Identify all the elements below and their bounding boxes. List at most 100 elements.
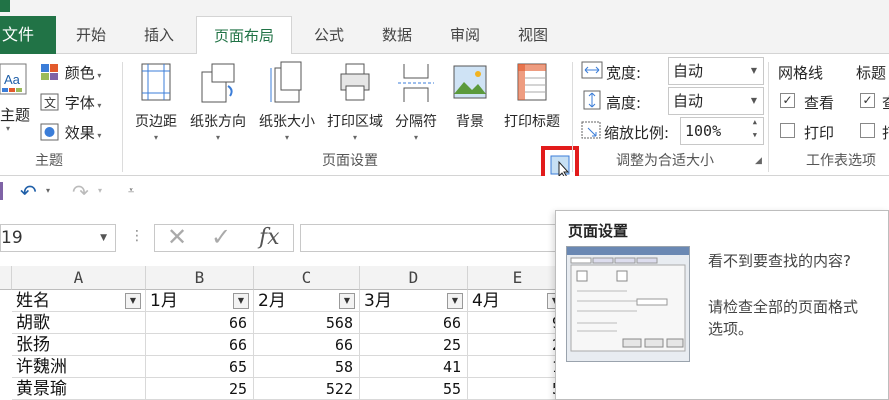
table-cell[interactable]: 9 [468,312,568,334]
headings-view-checkbox[interactable]: ✓ [860,93,875,108]
headings-print-checkbox[interactable] [860,123,875,138]
tooltip-line-3: 选项。 [708,320,754,338]
table-cell[interactable]: 66 [360,312,468,334]
print-titles-button[interactable]: 打印标题 [498,60,566,131]
orientation-icon [201,63,235,103]
table-cell[interactable]: 66 [146,334,254,356]
effects-button[interactable]: 效果 ▾ [40,122,101,143]
filter-dropdown-icon[interactable]: ▼ [447,293,463,309]
table-cell[interactable]: 2 [468,334,568,356]
filter-dropdown-icon[interactable]: ▼ [125,293,141,309]
tab-insert[interactable]: 插入 [128,16,190,54]
formula-bar-grip-icon[interactable]: ⋮ [130,228,144,244]
header-cell-jan[interactable]: 1月 ▼ [146,290,254,312]
svg-text:Aa: Aa [4,72,21,87]
theme-group-label: 主题 [35,153,63,169]
chevron-down-icon[interactable]: ▼ [100,225,107,251]
background-button[interactable]: 背景 [448,60,492,131]
scale-spinner[interactable]: 100% ▲ ▼ [680,117,764,145]
column-header-e[interactable]: E [468,266,568,290]
margins-button[interactable]: 页边距 ▾ [130,60,182,142]
orientation-button[interactable]: 纸张方向 ▾ [186,60,250,142]
tab-home[interactable]: 开始 [60,16,122,54]
tooltip-line-1: 看不到要查找的内容? [708,252,851,270]
margins-caret-icon: ▾ [153,133,158,142]
name-box[interactable]: 19 ▼ [0,224,116,252]
background-label: 背景 [456,114,484,130]
formula-buttons: ✕ ✓ fx [154,223,294,252]
scale-dialog-launcher-icon[interactable]: ◢ [755,156,762,166]
table-cell[interactable]: 25 [360,334,468,356]
table-cell[interactable]: 568 [254,312,360,334]
tab-file[interactable]: 文件 [0,16,56,54]
breaks-icon [398,64,434,102]
print-area-button[interactable]: 打印区域 ▾ [324,60,386,142]
width-value: 自动 [673,62,704,80]
orientation-label: 纸张方向 [190,114,246,130]
undo-caret-icon[interactable]: ▾ [46,186,50,195]
tab-data[interactable]: 数据 [366,16,428,54]
group-separator [768,62,769,172]
breaks-button[interactable]: 分隔符 ▾ [390,60,442,142]
themes-icon: Aa [0,63,27,95]
header-cell-feb[interactable]: 2月 ▼ [254,290,360,312]
width-label: 宽度: [606,64,642,82]
header-cell-mar[interactable]: 3月 ▼ [360,290,468,312]
sheet-options-group-label: 工作表选项 [806,153,876,169]
paper-size-icon [270,61,302,103]
undo-icon[interactable]: ↶ [20,180,37,204]
table-cell[interactable]: 66 [254,334,360,356]
header-cell-apr[interactable]: 4月▼ [468,290,568,312]
gridlines-view-checkbox[interactable]: ✓ [780,93,795,108]
cancel-formula-icon[interactable]: ✕ [167,223,187,251]
insert-function-icon[interactable]: fx [259,225,280,250]
column-header-c[interactable]: C [254,266,360,290]
filter-dropdown-icon[interactable]: ▼ [233,293,249,309]
tab-review[interactable]: 审阅 [434,16,496,54]
redo-icon[interactable]: ↷ [72,180,89,204]
table-cell[interactable]: 522 [254,378,360,400]
column-header-b[interactable]: B [146,266,254,290]
qat-accent [0,182,3,200]
size-caret-icon: ▾ [284,133,289,142]
table-cell[interactable]: 许魏洲 [12,356,146,378]
customize-qat-icon[interactable]: ⩡ [128,184,134,198]
table-cell[interactable]: 65 [146,356,254,378]
select-all-corner[interactable] [0,266,12,290]
name-box-value: 19 [1,228,23,248]
tab-formulas[interactable]: 公式 [298,16,360,54]
height-label: 高度: [606,94,642,112]
table-cell[interactable]: 55 [360,378,468,400]
column-header-d[interactable]: D [360,266,468,290]
fonts-icon: 文 [40,93,59,111]
print-titles-label: 打印标题 [504,114,560,130]
gridlines-print-checkbox[interactable] [780,123,795,138]
header-cell-name[interactable]: 姓名 ▼ [12,290,146,312]
width-dropdown[interactable]: 自动 ▼ [668,57,764,85]
tab-page-layout[interactable]: 页面布局 [196,16,292,55]
colors-button[interactable]: 颜色 ▾ [40,62,101,83]
table-cell[interactable]: 黄景瑜 [12,378,146,400]
table-cell[interactable]: 张扬 [12,334,146,356]
tooltip-line-2: 请检查全部的页面格式 [708,298,859,316]
column-header-a[interactable]: A [12,266,146,290]
spin-arrows-icon[interactable]: ▲ ▼ [753,116,757,142]
size-button[interactable]: 纸张大小 ▾ [254,60,320,142]
filter-dropdown-icon[interactable]: ▼ [339,293,355,309]
table-cell[interactable]: 胡歌 [12,312,146,334]
table-cell[interactable]: 25 [146,378,254,400]
enter-formula-icon[interactable]: ✓ [211,223,231,251]
scale-group-label: 调整为合适大小 [616,153,714,169]
print-area-caret-icon: ▾ [352,133,357,142]
fonts-button[interactable]: 文 字体 ▾ [40,92,101,113]
table-cell[interactable]: 66 [146,312,254,334]
table-cell[interactable]: 58 [254,356,360,378]
tab-view[interactable]: 视图 [502,16,564,54]
table-cell[interactable]: 5 [468,378,568,400]
table-cell[interactable]: 1 [468,356,568,378]
table-cell[interactable]: 41 [360,356,468,378]
redo-caret-icon[interactable]: ▾ [98,186,102,195]
height-dropdown[interactable]: 自动 ▼ [668,87,764,115]
orientation-caret-icon: ▾ [215,133,220,142]
background-image-icon [453,65,487,99]
